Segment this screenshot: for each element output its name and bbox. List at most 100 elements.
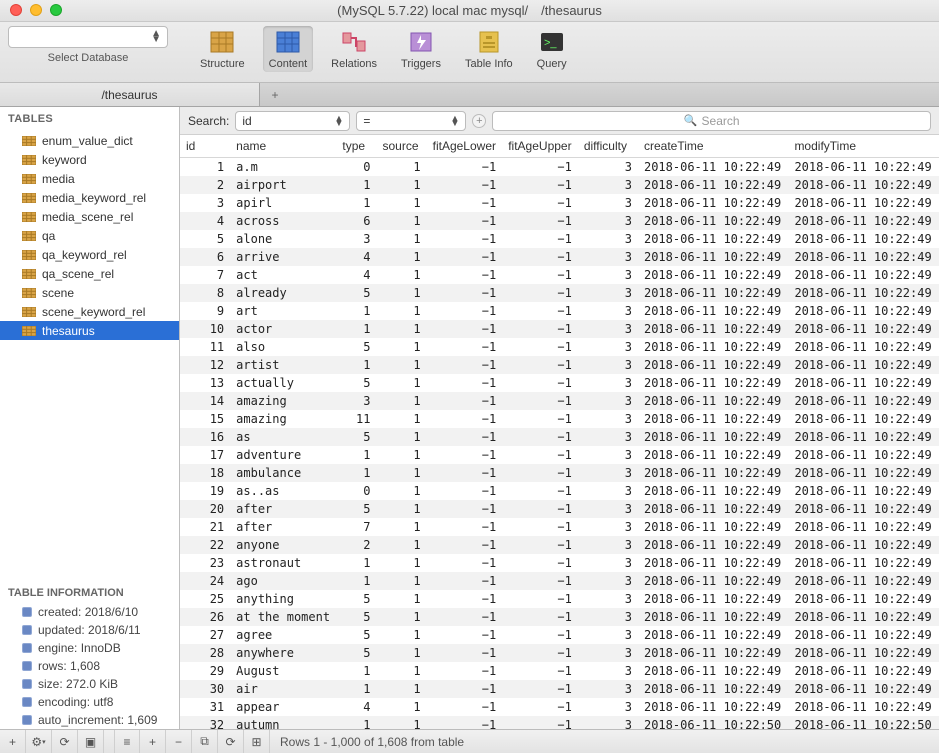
- column-header-fitAgeLower[interactable]: fitAgeLower: [427, 135, 503, 158]
- table-info-row: rows: 1,608: [0, 657, 179, 675]
- sidebar-table-scene[interactable]: scene: [0, 283, 179, 302]
- table-row[interactable]: 23astronaut11−1−132018-06-11 10:22:49201…: [180, 554, 939, 572]
- column-header-modifyTime[interactable]: modifyTime: [788, 135, 939, 158]
- search-operator-select[interactable]: = ▲▼: [356, 111, 466, 131]
- sidebar-table-scene-keyword-rel[interactable]: scene_keyword_rel: [0, 302, 179, 321]
- sidebar-table-media-scene-rel[interactable]: media_scene_rel: [0, 207, 179, 226]
- table-icon: [22, 326, 36, 336]
- add-row-button[interactable]: +: [140, 730, 166, 753]
- toolbar-query-button[interactable]: >_Query: [531, 26, 573, 72]
- title-bar: (MySQL 5.7.22) local mac mysql/ /thesaur…: [0, 0, 939, 22]
- table-row[interactable]: 22anyone21−1−132018-06-11 10:22:492018-0…: [180, 536, 939, 554]
- tab-add-button[interactable]: +: [260, 83, 290, 106]
- sidebar-table-enum-value-dict[interactable]: enum_value_dict: [0, 131, 179, 150]
- sidebar-table-media-keyword-rel[interactable]: media_keyword_rel: [0, 188, 179, 207]
- info-icon: [22, 697, 32, 707]
- layout-icon: ⊞: [251, 735, 261, 749]
- toolbar-structure-button[interactable]: Structure: [194, 26, 251, 72]
- table-info-row: auto_increment: 1,609: [0, 711, 179, 729]
- info-icon: [22, 607, 32, 617]
- sidebar-table-keyword[interactable]: keyword: [0, 150, 179, 169]
- table-row[interactable]: 26at the moment51−1−132018-06-11 10:22:4…: [180, 608, 939, 626]
- window-zoom-button[interactable]: [50, 4, 62, 16]
- refresh-sidebar-button[interactable]: ⟳: [52, 730, 78, 753]
- column-header-name[interactable]: name: [230, 135, 336, 158]
- toolbar-triggers-button[interactable]: Triggers: [395, 26, 447, 72]
- table-row[interactable]: 27agree51−1−132018-06-11 10:22:492018-06…: [180, 626, 939, 644]
- chevron-updown-icon: ▲▼: [334, 116, 343, 126]
- search-input[interactable]: 🔍 Search: [492, 111, 931, 131]
- row-status: Rows 1 - 1,000 of 1,608 from table: [270, 735, 464, 749]
- database-select[interactable]: ▲▼: [8, 26, 168, 48]
- table-row[interactable]: 32autumn11−1−132018-06-11 10:22:502018-0…: [180, 716, 939, 729]
- table-icon: [22, 136, 36, 146]
- sidebar-table-qa-keyword-rel[interactable]: qa_keyword_rel: [0, 245, 179, 264]
- query-icon: >_: [538, 28, 566, 56]
- table-icon: [22, 193, 36, 203]
- search-field-select[interactable]: id ▲▼: [235, 111, 350, 131]
- tableinfo-icon: [475, 28, 503, 56]
- table-row[interactable]: 10actor11−1−132018-06-11 10:22:492018-06…: [180, 320, 939, 338]
- chevron-updown-icon: ▲▼: [450, 116, 459, 126]
- table-row[interactable]: 6arrive41−1−132018-06-11 10:22:492018-06…: [180, 248, 939, 266]
- table-row[interactable]: 7act41−1−132018-06-11 10:22:492018-06-11…: [180, 266, 939, 284]
- table-row[interactable]: 2airport11−1−132018-06-11 10:22:492018-0…: [180, 176, 939, 194]
- duplicate-row-button[interactable]: ⧉: [192, 730, 218, 753]
- table-row[interactable]: 14amazing31−1−132018-06-11 10:22:492018-…: [180, 392, 939, 410]
- column-header-type[interactable]: type: [336, 135, 376, 158]
- refresh-icon: ⟳: [59, 735, 69, 749]
- table-row[interactable]: 24ago11−1−132018-06-11 10:22:492018-06-1…: [180, 572, 939, 590]
- console-toggle-button[interactable]: ▣: [78, 730, 104, 753]
- table-info-row: size: 272.0 KiB: [0, 675, 179, 693]
- add-filter-button[interactable]: +: [472, 114, 486, 128]
- table-row[interactable]: 13actually51−1−132018-06-11 10:22:492018…: [180, 374, 939, 392]
- column-header-source[interactable]: source: [376, 135, 426, 158]
- table-row[interactable]: 3apirl11−1−132018-06-11 10:22:492018-06-…: [180, 194, 939, 212]
- sidebar-table-media[interactable]: media: [0, 169, 179, 188]
- table-row[interactable]: 5alone31−1−132018-06-11 10:22:492018-06-…: [180, 230, 939, 248]
- relations-icon: [340, 28, 368, 56]
- sidebar-table-qa-scene-rel[interactable]: qa_scene_rel: [0, 264, 179, 283]
- column-header-difficulty[interactable]: difficulty: [578, 135, 638, 158]
- window-title: (MySQL 5.7.22) local mac mysql/ /thesaur…: [0, 3, 939, 18]
- refresh-table-button[interactable]: ⟳: [218, 730, 244, 753]
- sidebar-table-thesaurus[interactable]: thesaurus: [0, 321, 179, 340]
- table-row[interactable]: 16as51−1−132018-06-11 10:22:492018-06-11…: [180, 428, 939, 446]
- table-row[interactable]: 1a.m01−1−132018-06-11 10:22:492018-06-11…: [180, 158, 939, 177]
- table-row[interactable]: 31appear41−1−132018-06-11 10:22:492018-0…: [180, 698, 939, 716]
- table-row[interactable]: 30air11−1−132018-06-11 10:22:492018-06-1…: [180, 680, 939, 698]
- toolbar-relations-button[interactable]: Relations: [325, 26, 383, 72]
- table-info-row: created: 2018/6/10: [0, 603, 179, 621]
- table-row[interactable]: 12artist11−1−132018-06-11 10:22:492018-0…: [180, 356, 939, 374]
- table-row[interactable]: 28anywhere51−1−132018-06-11 10:22:492018…: [180, 644, 939, 662]
- info-icon: [22, 715, 32, 725]
- table-row[interactable]: 15amazing111−1−132018-06-11 10:22:492018…: [180, 410, 939, 428]
- table-row[interactable]: 9art11−1−132018-06-11 10:22:492018-06-11…: [180, 302, 939, 320]
- tab-thesaurus[interactable]: /thesaurus: [0, 83, 260, 106]
- window-minimize-button[interactable]: [30, 4, 42, 16]
- toolbar-content-button[interactable]: Content: [263, 26, 314, 72]
- table-row[interactable]: 19as..as01−1−132018-06-11 10:22:492018-0…: [180, 482, 939, 500]
- column-header-fitAgeUpper[interactable]: fitAgeUpper: [502, 135, 578, 158]
- table-row[interactable]: 21after71−1−132018-06-11 10:22:492018-06…: [180, 518, 939, 536]
- window-close-button[interactable]: [10, 4, 22, 16]
- column-header-id[interactable]: id: [180, 135, 230, 158]
- toolbar-tableinfo-button[interactable]: Table Info: [459, 26, 519, 72]
- table-row[interactable]: 20after51−1−132018-06-11 10:22:492018-06…: [180, 500, 939, 518]
- table-row[interactable]: 11also51−1−132018-06-11 10:22:492018-06-…: [180, 338, 939, 356]
- table-row[interactable]: 8already51−1−132018-06-11 10:22:492018-0…: [180, 284, 939, 302]
- data-grid[interactable]: idnametypesourcefitAgeLowerfitAgeUpperdi…: [180, 135, 939, 729]
- table-row[interactable]: 17adventure11−1−132018-06-11 10:22:49201…: [180, 446, 939, 464]
- remove-row-button[interactable]: −: [166, 730, 192, 753]
- pane-toggle-button[interactable]: ≡: [114, 730, 140, 753]
- table-row[interactable]: 25anything51−1−132018-06-11 10:22:492018…: [180, 590, 939, 608]
- sidebar-table-qa[interactable]: qa: [0, 226, 179, 245]
- table-row[interactable]: 18ambulance11−1−132018-06-11 10:22:49201…: [180, 464, 939, 482]
- add-button[interactable]: +: [0, 730, 26, 753]
- table-icon: [22, 307, 36, 317]
- table-row[interactable]: 4across61−1−132018-06-11 10:22:492018-06…: [180, 212, 939, 230]
- layout-button[interactable]: ⊞: [244, 730, 270, 753]
- column-header-createTime[interactable]: createTime: [638, 135, 788, 158]
- table-row[interactable]: 29August11−1−132018-06-11 10:22:492018-0…: [180, 662, 939, 680]
- gear-button[interactable]: ⚙▾: [26, 730, 52, 753]
